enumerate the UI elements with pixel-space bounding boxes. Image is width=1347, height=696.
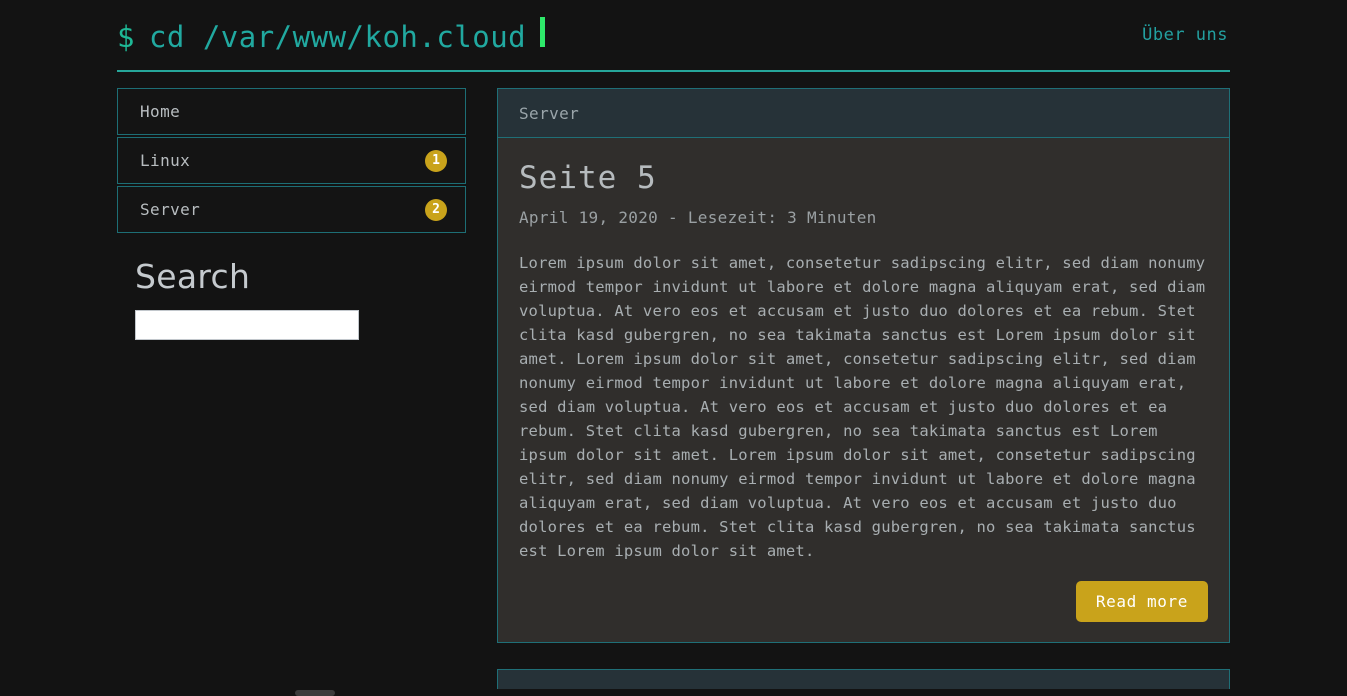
sidebar-item-server[interactable]: Server 2 xyxy=(117,186,466,233)
post-card-header: Server xyxy=(498,89,1229,138)
site-header: $ cd /var/www/koh.cloud Über uns xyxy=(117,0,1230,72)
post-category-link[interactable]: Server xyxy=(519,104,579,123)
main-navigation: Über uns xyxy=(1142,25,1230,45)
sidebar-item-badge: 2 xyxy=(425,198,447,221)
terminal-cursor-icon xyxy=(540,16,546,47)
content-area: Home Linux 1 Server 2 Search Server Seit… xyxy=(117,88,1230,696)
terminal-prompt-brand: $ cd /var/www/koh.cloud xyxy=(117,16,546,54)
read-more-button[interactable]: Read more xyxy=(1075,581,1208,622)
sidebar-item-home[interactable]: Home xyxy=(117,88,466,135)
sidebar-item-badge: 1 xyxy=(425,149,447,172)
sidebar: Home Linux 1 Server 2 Search xyxy=(117,88,466,696)
horizontal-scrollbar-track[interactable] xyxy=(0,689,1347,696)
nav-link-ueber-uns[interactable]: Über uns xyxy=(1142,25,1228,45)
post-meta: April 19, 2020 - Lesezeit: 3 Minuten xyxy=(519,208,877,227)
prompt-dollar-icon: $ xyxy=(117,19,135,54)
main-column: Server Seite 5 April 19, 2020 - Lesezeit… xyxy=(497,88,1230,696)
post-card-actions: Read more xyxy=(519,581,1208,622)
sidebar-item-label: Home xyxy=(140,102,181,121)
sidebar-category-list: Home Linux 1 Server 2 xyxy=(117,88,466,233)
prompt-command-text: cd /var/www/koh.cloud xyxy=(148,19,527,54)
horizontal-scrollbar-thumb[interactable] xyxy=(295,690,335,696)
post-card-body: Seite 5 April 19, 2020 - Lesezeit: 3 Min… xyxy=(498,138,1229,642)
post-card: Server Seite 5 April 19, 2020 - Lesezeit… xyxy=(497,88,1230,643)
search-input[interactable] xyxy=(135,310,359,340)
page-root: $ cd /var/www/koh.cloud Über uns Home Li… xyxy=(0,0,1347,696)
sidebar-item-label: Server xyxy=(140,200,201,219)
post-title[interactable]: Seite 5 xyxy=(519,160,1208,196)
sidebar-item-linux[interactable]: Linux 1 xyxy=(117,137,466,184)
post-excerpt: Lorem ipsum dolor sit amet, consetetur s… xyxy=(519,254,1206,560)
search-section: Search xyxy=(117,257,466,340)
sidebar-item-label: Linux xyxy=(140,151,191,170)
search-heading: Search xyxy=(135,257,251,296)
